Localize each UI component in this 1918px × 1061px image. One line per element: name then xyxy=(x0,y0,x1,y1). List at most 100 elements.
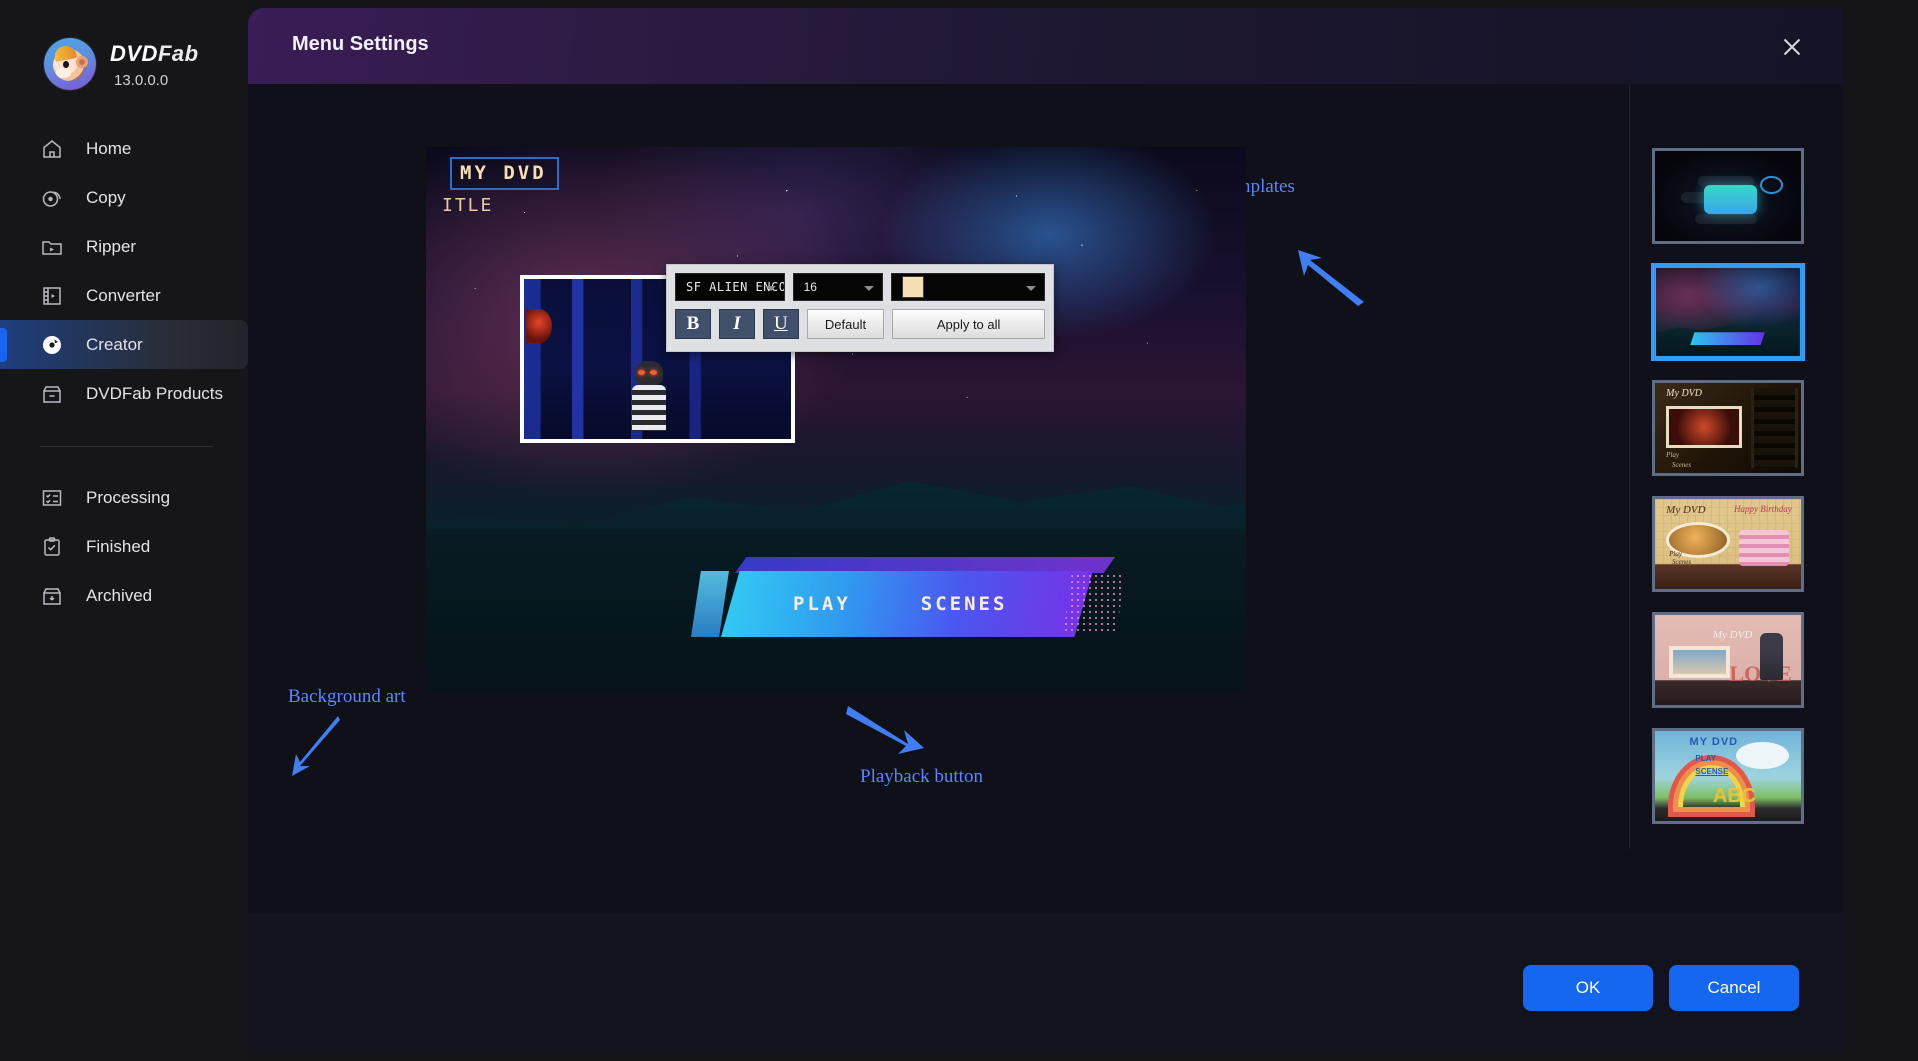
processing-list-icon xyxy=(40,486,64,510)
brand-name-prefix: DVD xyxy=(110,41,158,66)
sidebar-item-label: Converter xyxy=(86,285,161,305)
template-thumbnail xyxy=(1655,268,1800,356)
home-icon xyxy=(40,137,64,161)
ok-button[interactable]: OK xyxy=(1523,965,1653,1011)
sidebar-item-label: Ripper xyxy=(86,236,137,256)
app-window: DVDFab 13.0.0.0 Home Copy Ripper Convert… xyxy=(0,0,1918,1061)
template-menu-play: Play xyxy=(1666,450,1679,459)
annotation-arrow-background-art xyxy=(288,716,348,785)
sidebar-item-creator[interactable]: Creator xyxy=(0,320,248,369)
brand: DVDFab 13.0.0.0 xyxy=(0,0,248,90)
template-thumbnail: ABC MY DVD PLAY SCENSE xyxy=(1654,731,1801,821)
bold-button[interactable]: B xyxy=(675,309,711,339)
font-family-select[interactable]: SF ALIEN ENCOU xyxy=(675,273,785,301)
sidebar-item-label: Creator xyxy=(86,334,143,354)
template-thumbnail: My DVD Play Scenes xyxy=(1654,383,1801,473)
annotation-arrow-menu-templates xyxy=(1288,246,1368,311)
products-box-icon xyxy=(40,382,64,406)
sidebar-item-label: DVDFab Products xyxy=(86,383,223,403)
font-color-select[interactable] xyxy=(890,273,1045,301)
template-item-2[interactable] xyxy=(1651,264,1804,360)
template-thumbnail xyxy=(1654,151,1801,241)
sidebar-item-copy[interactable]: Copy xyxy=(0,173,248,222)
sidebar-item-processing[interactable]: Processing xyxy=(0,473,248,522)
thumbnail-character xyxy=(626,361,672,431)
template-title: My DVD xyxy=(1666,504,1706,517)
sidebar-item-label: Archived xyxy=(86,585,153,605)
chevron-down-icon xyxy=(1026,286,1036,291)
sidebar: DVDFab 13.0.0.0 Home Copy Ripper Convert… xyxy=(0,0,248,1061)
template-item-1[interactable] xyxy=(1651,148,1804,244)
dialog-footer: OK Cancel xyxy=(248,913,1843,1053)
brand-name: DVDFab xyxy=(110,41,199,67)
template-title: My DVD xyxy=(1712,629,1753,642)
finished-clipboard-icon xyxy=(40,535,64,559)
template-badge: Happy Birthday xyxy=(1734,504,1792,515)
brand-name-suffix: Fab xyxy=(157,41,199,66)
thumbnail-red-accent xyxy=(526,309,552,343)
scenes-label[interactable]: SCENES xyxy=(921,593,1008,615)
sidebar-item-home[interactable]: Home xyxy=(0,124,248,173)
sidebar-item-ripper[interactable]: Ripper xyxy=(0,222,248,271)
playback-button[interactable]: PLAY SCENES xyxy=(691,557,1125,643)
template-abc: ABC xyxy=(1712,785,1757,808)
annotation-playback-button: Playback button xyxy=(860,766,983,787)
sidebar-item-label: Copy xyxy=(86,187,126,207)
italic-button[interactable]: I xyxy=(718,309,755,339)
sidebar-item-dvdfab-products[interactable]: DVDFab Products xyxy=(0,369,248,418)
dialog-header: Menu Settings xyxy=(248,8,1843,84)
sidebar-divider xyxy=(40,446,214,447)
dialog-body: Text font, size and color Menu templates… xyxy=(248,84,1843,1053)
dvdfab-logo-icon xyxy=(44,38,96,90)
sidebar-item-finished[interactable]: Finished xyxy=(0,522,248,571)
converter-film-icon xyxy=(40,284,64,308)
menu-subtitle-text[interactable]: ITLE xyxy=(442,195,493,216)
template-title: MY DVD xyxy=(1689,736,1739,749)
menu-templates-list[interactable]: My DVD Play Scenes My DVD Happy Birthday… xyxy=(1629,84,1825,849)
template-menu-scenes: Scenes xyxy=(1672,460,1692,469)
chevron-down-icon xyxy=(765,286,776,291)
template-thumbnail: LOVE My DVD xyxy=(1654,615,1801,705)
text-format-toolbar: SF ALIEN ENCOU 16 B I U Default Apply to… xyxy=(666,264,1054,352)
playback-left-shard xyxy=(691,571,729,637)
sidebar-item-converter[interactable]: Converter xyxy=(0,271,248,320)
annotation-background-art: Background art xyxy=(288,686,406,707)
creator-disc-icon xyxy=(40,333,64,357)
template-item-4[interactable]: My DVD Happy Birthday Play Scenes xyxy=(1651,496,1804,592)
archived-box-icon xyxy=(40,584,64,608)
menu-title-textbox[interactable]: MY DVD xyxy=(450,157,559,190)
template-item-5[interactable]: LOVE My DVD xyxy=(1651,612,1804,708)
underline-button[interactable]: U xyxy=(762,309,799,339)
apply-to-all-button[interactable]: Apply to all xyxy=(892,309,1046,339)
template-menu-scenes: SCENSE xyxy=(1695,767,1729,776)
cancel-button[interactable]: Cancel xyxy=(1669,965,1799,1011)
playback-top-strip xyxy=(735,557,1115,573)
menu-preview-canvas[interactable]: MY DVD ITLE PLAY SCENES xyxy=(426,147,1246,692)
sidebar-item-label: Home xyxy=(86,138,132,158)
page-title: Menu Settings xyxy=(292,33,429,55)
copy-disc-icon xyxy=(40,186,64,210)
playback-main-bar[interactable]: PLAY SCENES xyxy=(721,571,1093,637)
chevron-down-icon xyxy=(863,286,874,291)
font-size-select[interactable]: 16 xyxy=(792,273,883,301)
template-menu-scenes: Scenes xyxy=(1672,557,1692,566)
template-thumbnail: My DVD Happy Birthday Play Scenes xyxy=(1654,499,1801,589)
close-icon[interactable] xyxy=(1777,32,1807,62)
play-label[interactable]: PLAY xyxy=(793,593,851,615)
template-item-6[interactable]: ABC MY DVD PLAY SCENSE xyxy=(1651,728,1804,824)
color-swatch xyxy=(901,276,924,298)
font-style-row: B I U Default Apply to all xyxy=(667,301,1053,347)
ripper-folder-icon xyxy=(40,235,64,259)
default-button[interactable]: Default xyxy=(806,309,885,339)
font-size-value: 16 xyxy=(803,280,817,294)
sidebar-item-label: Finished xyxy=(86,536,151,556)
app-version: 13.0.0.0 xyxy=(114,72,169,89)
template-item-3[interactable]: My DVD Play Scenes xyxy=(1651,380,1804,476)
menu-editor: Text font, size and color Menu templates… xyxy=(268,84,1395,951)
font-controls-row: SF ALIEN ENCOU 16 xyxy=(667,265,1053,301)
sidebar-nav: Home Copy Ripper Converter Creator DVDFa… xyxy=(0,124,248,620)
sidebar-item-archived[interactable]: Archived xyxy=(0,571,248,620)
sidebar-item-label: Processing xyxy=(86,487,171,507)
playback-dot-pattern xyxy=(1063,573,1125,635)
template-menu-play: PLAY xyxy=(1695,754,1716,764)
